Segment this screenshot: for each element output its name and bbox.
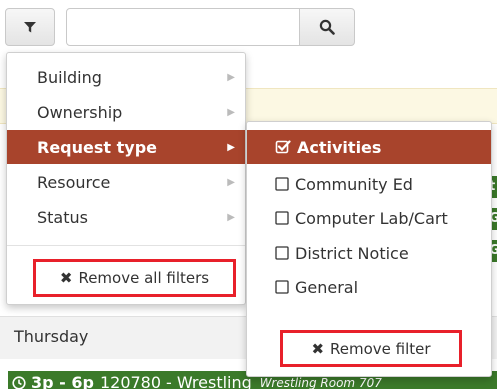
checkbox-icon[interactable] — [275, 246, 289, 260]
remove-filter-button[interactable]: ✖ Remove filter — [280, 330, 462, 367]
checkbox-icon[interactable] — [275, 280, 289, 294]
menu-item-label: Building — [37, 67, 102, 87]
event-time: 3p - 6p — [31, 373, 94, 389]
chevron-right-icon: ▶ — [227, 71, 235, 83]
option-activities[interactable]: Activities — [247, 130, 491, 164]
event-room: Wrestling Room 707 — [259, 375, 382, 389]
option-label: Activities — [297, 137, 382, 157]
search-icon — [319, 19, 335, 35]
chevron-right-icon: ▶ — [227, 141, 235, 153]
close-icon: ✖ — [311, 339, 325, 358]
option-label: General — [295, 277, 359, 297]
checkbox-icon[interactable] — [275, 211, 289, 225]
menu-item-label: Ownership — [37, 102, 123, 122]
menu-item-label: Resource — [37, 172, 111, 192]
remove-filter-label: Remove filter — [330, 339, 431, 358]
menu-item-label: Request type — [37, 137, 157, 157]
event-id: 120780 — [99, 373, 162, 389]
request-type-submenu: Activities Community Ed Computer Lab/Car… — [246, 121, 492, 377]
menu-item-resource[interactable]: Resource ▶ — [7, 165, 245, 199]
menu-item-request-type[interactable]: Request type ▶ — [7, 130, 245, 164]
option-computer-lab-cart[interactable]: Computer Lab/Cart — [247, 201, 491, 235]
close-icon: ✖ — [59, 269, 73, 287]
chevron-right-icon: ▶ — [227, 211, 235, 223]
menu-item-ownership[interactable]: Ownership ▶ — [7, 95, 245, 129]
search-button[interactable] — [299, 8, 355, 46]
clock-icon — [12, 375, 26, 389]
checkbox-checked-icon[interactable] — [275, 139, 291, 155]
option-label: Computer Lab/Cart — [295, 208, 448, 228]
option-community-ed[interactable]: Community Ed — [247, 167, 491, 201]
menu-item-label: Status — [37, 207, 88, 227]
filter-button[interactable] — [5, 8, 55, 46]
search-input[interactable] — [66, 8, 300, 46]
option-label: District Notice — [295, 243, 409, 263]
option-general[interactable]: General — [247, 270, 491, 304]
filter-menu: Building ▶ Ownership ▶ Request type ▶ Re… — [6, 52, 246, 305]
menu-item-status[interactable]: Status ▶ — [7, 200, 245, 234]
remove-all-label: Remove all filters — [78, 269, 210, 287]
day-label: Thursday — [14, 327, 89, 346]
chevron-right-icon: ▶ — [227, 106, 235, 118]
option-label: Community Ed — [295, 174, 413, 194]
chevron-right-icon: ▶ — [227, 176, 235, 188]
remove-all-filters-button[interactable]: ✖ Remove all filters — [33, 259, 236, 297]
event-separator: - — [166, 373, 172, 389]
option-district-notice[interactable]: District Notice — [247, 236, 491, 270]
event-title: Wrestling — [176, 373, 252, 389]
checkbox-icon[interactable] — [275, 177, 289, 191]
filter-icon — [24, 22, 36, 33]
menu-divider — [7, 245, 245, 246]
menu-item-building[interactable]: Building ▶ — [7, 60, 245, 94]
